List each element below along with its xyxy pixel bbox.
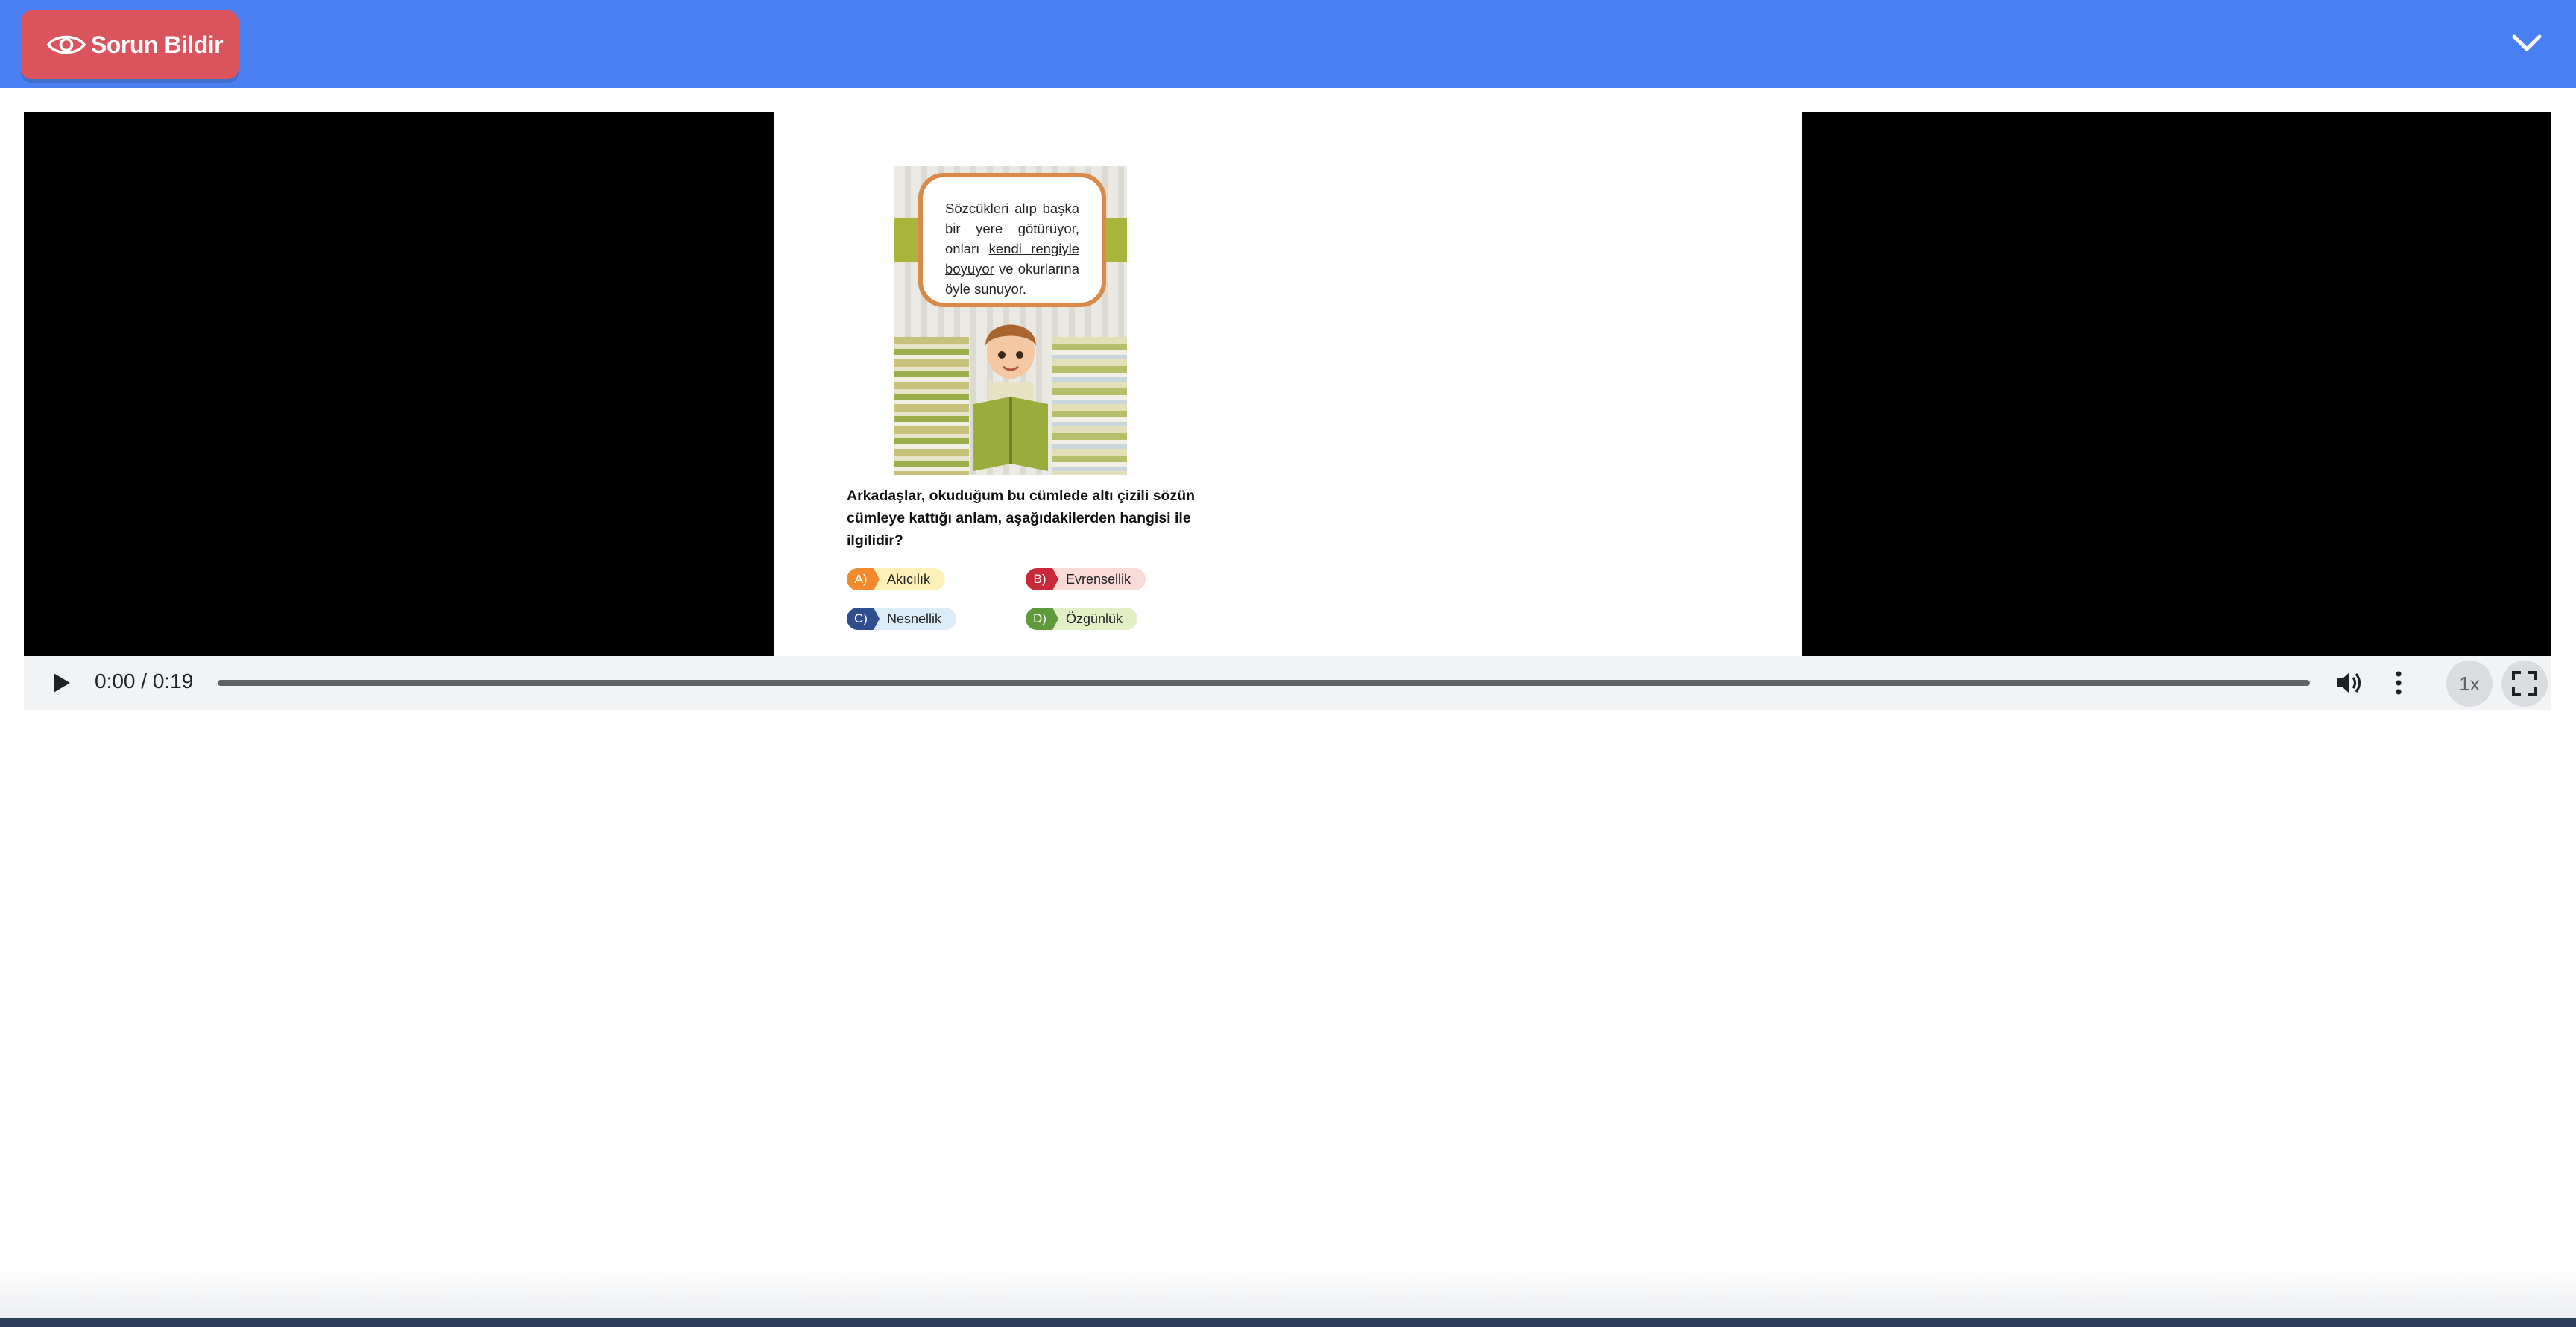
option-c: C) Nesnellik xyxy=(847,608,957,630)
speech-bubble: Sözcükleri alıp başka bir yere götürüyor… xyxy=(918,173,1106,307)
reading-boy-illustration: Sözcükleri alıp başka bir yere götürüyor… xyxy=(894,166,1127,475)
page-bottom-shadow xyxy=(0,1267,2576,1320)
option-a-text: Akıcılık xyxy=(887,571,931,587)
report-issue-label: Sorun Bildir xyxy=(91,31,224,58)
volume-icon xyxy=(2337,672,2361,693)
option-b-text: Evrensellik xyxy=(1066,571,1131,587)
boy-reading-icon xyxy=(973,324,1048,471)
video-frame-slide: Sözcükleri alıp başka bir yere götürüyor… xyxy=(774,112,1802,656)
option-d-letter: D) xyxy=(1026,608,1058,630)
chevron-down-icon[interactable] xyxy=(2510,30,2543,57)
option-a: A) Akıcılık xyxy=(847,568,946,590)
play-icon xyxy=(54,673,70,693)
progress-bar[interactable] xyxy=(218,680,2310,686)
playback-speed-button[interactable]: 1x xyxy=(2446,661,2493,707)
eye-icon xyxy=(46,35,86,54)
play-button[interactable] xyxy=(48,669,75,696)
bottom-edge-strip xyxy=(0,1318,2576,1327)
option-d: D) Özgünlük xyxy=(1026,608,1138,630)
report-issue-button[interactable]: Sorun Bildir xyxy=(21,10,239,79)
option-c-letter: C) xyxy=(847,608,880,630)
option-b: B) Evrensellik xyxy=(1026,568,1146,590)
volume-button[interactable] xyxy=(2334,668,2364,698)
video-controls: 0:00 / 0:19 1x xyxy=(24,656,2551,710)
top-bar: Sorun Bildir xyxy=(0,0,2576,88)
option-a-letter: A) xyxy=(847,568,880,590)
question-text: Arkadaşlar, okuduğum bu cümlede altı çiz… xyxy=(847,488,1196,549)
fullscreen-button[interactable] xyxy=(2501,661,2548,707)
option-c-text: Nesnellik xyxy=(887,611,942,626)
fullscreen-icon xyxy=(2512,671,2537,696)
option-b-letter: B) xyxy=(1026,568,1058,590)
option-d-text: Özgünlük xyxy=(1066,611,1123,626)
time-display: 0:00 / 0:19 xyxy=(95,669,194,693)
more-options-button[interactable] xyxy=(2384,668,2414,698)
more-vert-icon xyxy=(2396,671,2402,695)
